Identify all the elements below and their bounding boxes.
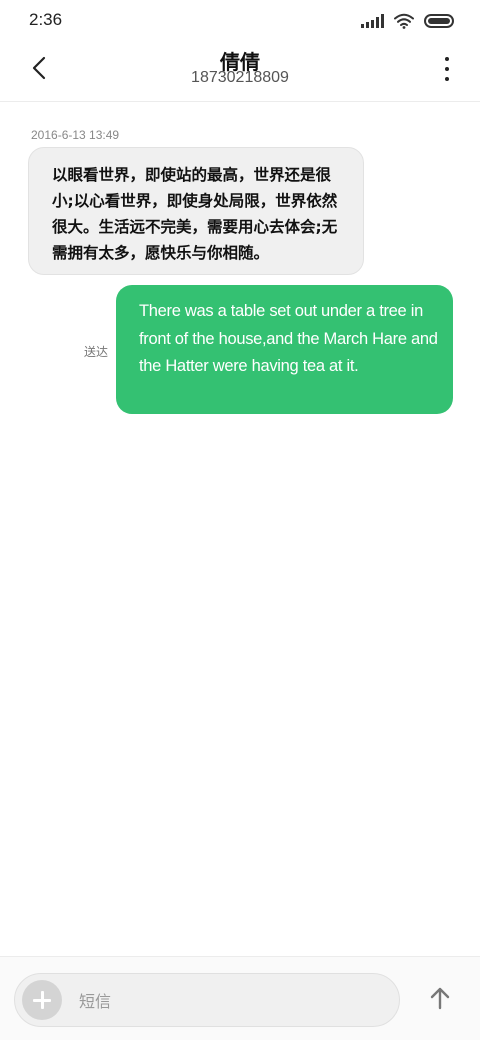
message-timestamp: 2016-6-13 13:49 bbox=[31, 128, 120, 142]
add-attachment-button[interactable] bbox=[22, 980, 62, 1020]
composer-field bbox=[14, 973, 400, 1027]
conversation-header: 倩倩 18730218809 bbox=[0, 40, 480, 102]
composer-bar bbox=[0, 956, 480, 1040]
incoming-message-bubble[interactable]: 以眼看世界，即使站的最高，世界还是很小;以心看世界，即使身处局限，世界依然很大。… bbox=[28, 147, 364, 275]
contact-phone-number: 18730218809 bbox=[191, 69, 289, 86]
status-icons bbox=[361, 12, 454, 30]
arrow-up-icon bbox=[430, 987, 450, 1010]
more-options-button[interactable] bbox=[438, 54, 456, 84]
send-button[interactable] bbox=[424, 982, 456, 1014]
more-vertical-icon bbox=[445, 57, 449, 61]
status-time: 2:36 bbox=[29, 10, 63, 29]
incoming-message-text: 以眼看世界，即使站的最高，世界还是很小;以心看世界，即使身处局限，世界依然很大。… bbox=[52, 166, 338, 262]
wifi-icon bbox=[394, 13, 414, 29]
message-input[interactable] bbox=[79, 988, 379, 1014]
outgoing-message-bubble[interactable]: There was a table set out under a tree i… bbox=[116, 285, 453, 414]
status-bar: 2:36 bbox=[0, 0, 480, 40]
battery-icon bbox=[424, 14, 454, 28]
delivery-status: 送达 bbox=[84, 345, 109, 359]
outgoing-message-text: There was a table set out under a tree i… bbox=[139, 302, 438, 375]
signal-icon bbox=[361, 14, 384, 28]
